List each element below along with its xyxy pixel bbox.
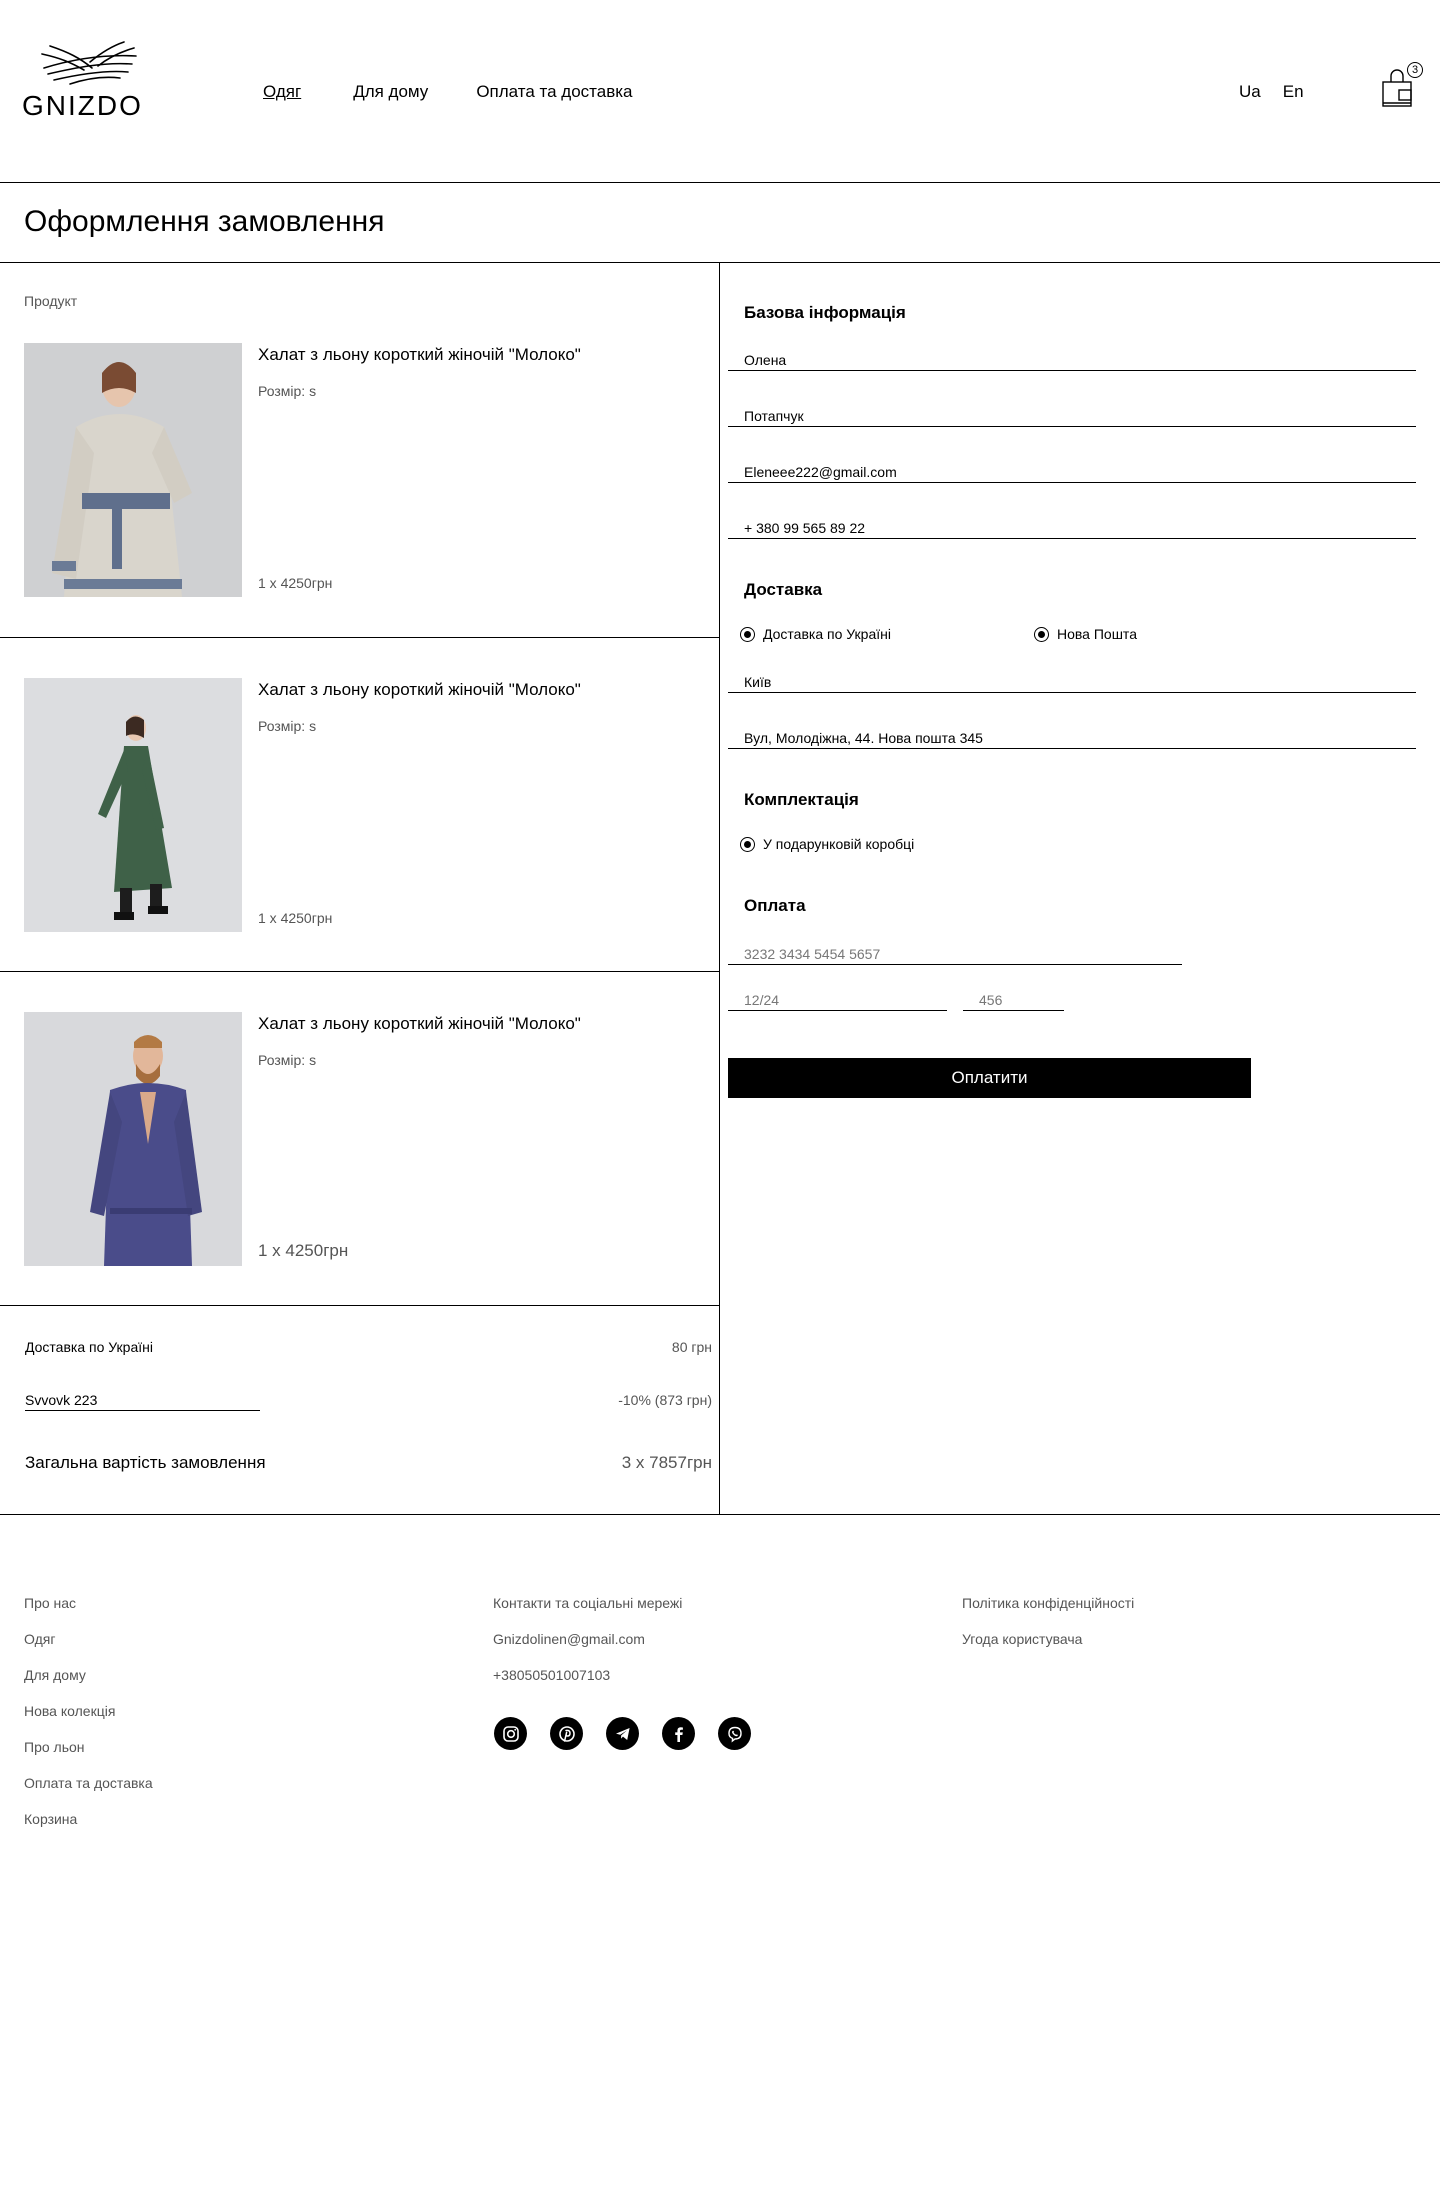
site-header: GNIZDO Одяг Для дому Оплата та доставка …: [0, 0, 1440, 183]
promo-row: Svvovk 223 -10% (873 грн): [25, 1392, 712, 1411]
product-size: Розмір: s: [258, 383, 317, 399]
footer-phone[interactable]: +38050501007103: [493, 1667, 682, 1703]
footer-link-about[interactable]: Про нас: [24, 1595, 153, 1631]
nova-poshta-label: Нова Пошта: [1057, 626, 1137, 642]
social-links: [494, 1717, 751, 1750]
basic-info-title: Базова інформація: [744, 303, 906, 322]
footer-link-clothes[interactable]: Одяг: [24, 1631, 153, 1667]
nova-poshta-radio[interactable]: Нова Пошта: [1034, 626, 1137, 642]
first-name-input[interactable]: [744, 352, 1404, 370]
delivery-ukraine-label: Доставка по Україні: [763, 626, 891, 642]
total-value: 3 x 7857грн: [621, 1453, 712, 1472]
payment-title: Оплата: [744, 896, 806, 915]
product-name[interactable]: Халат з льону короткий жіночій "Молоко": [258, 1014, 581, 1034]
last-name-input[interactable]: [744, 408, 1404, 426]
promo-code-field[interactable]: Svvovk 223: [25, 1392, 260, 1411]
logo-text: GNIZDO: [22, 90, 143, 121]
card-cvv-field: [963, 983, 1064, 1011]
facebook-icon[interactable]: [662, 1717, 695, 1750]
card-number-field: [728, 937, 1182, 965]
radio-selected-icon: [740, 836, 755, 852]
address-field: [728, 721, 1416, 749]
product-image[interactable]: [24, 343, 242, 597]
product-price: 1 x 4250грн: [258, 1241, 349, 1260]
footer-link-payment-delivery[interactable]: Оплата та доставка: [24, 1775, 153, 1811]
product-image[interactable]: [24, 1012, 242, 1266]
lang-en[interactable]: En: [1283, 82, 1304, 102]
product-photo-beige-robe: [24, 343, 242, 597]
product-price: 1 x 4250грн: [258, 910, 333, 926]
discount-value: -10% (873 грн): [618, 1392, 712, 1408]
email-field: [728, 455, 1416, 483]
logo[interactable]: GNIZDO: [22, 40, 152, 126]
product-size: Розмір: s: [258, 718, 317, 734]
order-summary: Доставка по Україні 80 грн Svvovk 223 -1…: [0, 1305, 719, 1514]
product-item: Халат з льону короткий жіночій "Молоко" …: [0, 303, 719, 637]
footer-link-cart[interactable]: Корзина: [24, 1811, 153, 1847]
checkout-form: Базова інформація Доставка Доставка по У…: [720, 263, 1440, 1514]
nest-logo-icon: [41, 41, 137, 85]
phone-input[interactable]: [744, 520, 1404, 538]
page-title: Оформлення замовлення: [24, 205, 385, 238]
footer-col-contacts: Контакти та соціальні мережі Gnizdolinen…: [493, 1595, 682, 1703]
last-name-field: [728, 399, 1416, 427]
cart-button[interactable]: 3: [1381, 62, 1423, 110]
product-name[interactable]: Халат з льону короткий жіночій "Молоко": [258, 345, 581, 365]
site-footer: Про нас Одяг Для дому Нова колекція Про …: [0, 1515, 1440, 2201]
footer-link-home[interactable]: Для дому: [24, 1667, 153, 1703]
first-name-field: [728, 343, 1416, 371]
delivery-value: 80 грн: [671, 1339, 712, 1355]
radio-selected-icon: [740, 626, 755, 642]
gift-box-label: У подарунковій коробці: [763, 836, 915, 852]
product-size: Розмір: s: [258, 1052, 317, 1068]
gift-box-radio[interactable]: У подарунковій коробці: [740, 836, 914, 852]
total-row: Загальна вартість замовлення 3 x 7857грн: [25, 1453, 712, 1473]
delivery-title: Доставка: [744, 580, 823, 599]
delivery-ukraine-radio[interactable]: Доставка по Україні: [740, 626, 891, 642]
phone-field: [728, 511, 1416, 539]
product-item: Халат з льону короткий жіночій "Молоко" …: [0, 971, 719, 1305]
instagram-icon[interactable]: [494, 1717, 527, 1750]
radio-selected-icon: [1034, 626, 1049, 642]
lang-ua[interactable]: Ua: [1239, 82, 1261, 102]
footer-link-new-collection[interactable]: Нова колекція: [24, 1703, 153, 1739]
product-photo-green-coat: [24, 678, 242, 932]
pinterest-icon[interactable]: [550, 1717, 583, 1750]
nav-item-clothes[interactable]: Одяг: [263, 82, 301, 102]
footer-email[interactable]: Gnizdolinen@gmail.com: [493, 1631, 682, 1667]
telegram-icon[interactable]: [606, 1717, 639, 1750]
product-photo-blue-suit: [24, 1012, 242, 1266]
card-expiry-field: [728, 983, 947, 1011]
card-cvv-input[interactable]: [979, 992, 1059, 1010]
city-field: [728, 665, 1416, 693]
pay-button[interactable]: Оплатити: [728, 1058, 1251, 1098]
nav-item-payment-delivery[interactable]: Оплата та доставка: [476, 82, 632, 102]
language-switcher: Ua En: [1239, 82, 1304, 102]
product-image[interactable]: [24, 678, 242, 932]
card-expiry-input[interactable]: [744, 992, 939, 1010]
city-input[interactable]: [744, 674, 1404, 692]
cart-count-badge: 3: [1407, 62, 1423, 78]
nav-item-home[interactable]: Для дому: [353, 82, 428, 102]
address-input[interactable]: [744, 730, 1404, 748]
footer-link-about-linen[interactable]: Про льон: [24, 1739, 153, 1775]
footer-col-nav: Про нас Одяг Для дому Нова колекція Про …: [24, 1595, 153, 1847]
delivery-row: Доставка по Україні 80 грн: [25, 1339, 712, 1355]
product-name[interactable]: Халат з льону короткий жіночій "Молоко": [258, 680, 581, 700]
card-number-input[interactable]: [744, 946, 1174, 964]
product-price: 1 x 4250грн: [258, 575, 333, 591]
package-title: Комплектація: [744, 790, 859, 809]
main-nav: Одяг Для дому Оплата та доставка: [263, 82, 633, 102]
footer-col-legal: Політика конфіденційності Угода користув…: [962, 1595, 1134, 1667]
page-title-bar: Оформлення замовлення: [0, 183, 1440, 263]
delivery-label: Доставка по Україні: [25, 1339, 153, 1355]
footer-link-privacy[interactable]: Політика конфіденційності: [962, 1595, 1134, 1631]
email-input[interactable]: [744, 464, 1404, 482]
footer-contacts-heading: Контакти та соціальні мережі: [493, 1595, 683, 1611]
viber-icon[interactable]: [718, 1717, 751, 1750]
total-label: Загальна вартість замовлення: [25, 1453, 266, 1472]
product-item: Халат з льону короткий жіночій "Молоко" …: [0, 637, 719, 971]
footer-link-terms[interactable]: Угода користувача: [962, 1631, 1134, 1667]
